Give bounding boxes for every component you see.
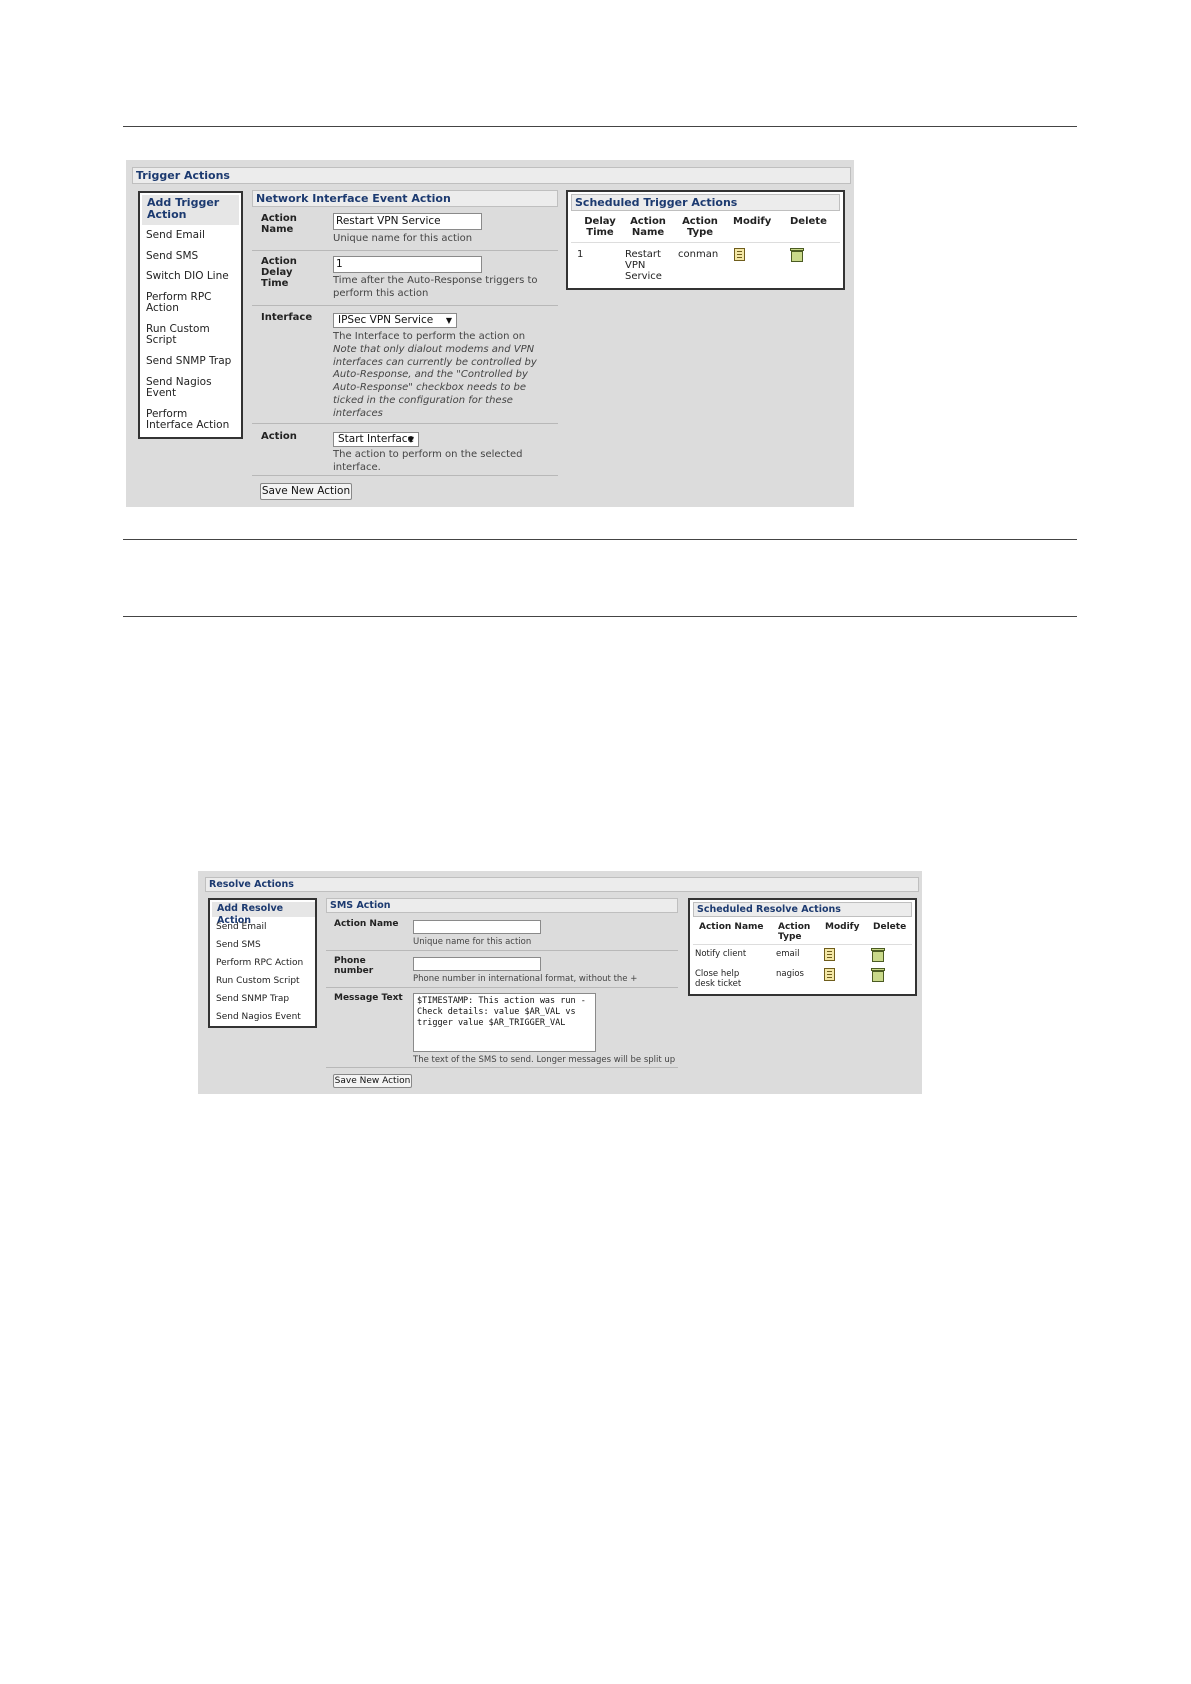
add-trigger-menu-header: Add Trigger Action bbox=[142, 195, 239, 225]
action-delay-label: Action Delay Time bbox=[261, 256, 297, 289]
page-rule-middle-2 bbox=[123, 616, 1077, 617]
action-name-input[interactable] bbox=[413, 920, 541, 934]
delete-icon[interactable] bbox=[871, 948, 885, 962]
message-text-area[interactable]: $TIMESTAMP: This action was run - Check … bbox=[413, 993, 596, 1052]
col-header-modify: Modify bbox=[825, 922, 860, 932]
modify-icon[interactable] bbox=[824, 948, 835, 961]
col-header-delay-time: Delay Time bbox=[584, 216, 616, 238]
form-divider-1 bbox=[326, 950, 678, 951]
col-header-action-type: Action Type bbox=[778, 922, 811, 942]
form-divider-3 bbox=[326, 1067, 678, 1068]
page-rule-top bbox=[123, 126, 1077, 127]
action-select-value: Start Interface bbox=[338, 433, 414, 445]
action-delay-input[interactable]: 1 bbox=[333, 256, 482, 273]
network-interface-form-title: Network Interface Event Action bbox=[252, 190, 558, 207]
action-name-label: Action Name bbox=[261, 213, 297, 235]
form-divider-2 bbox=[326, 987, 678, 988]
action-label: Action bbox=[261, 431, 297, 442]
row-1-action-type: conman bbox=[678, 249, 719, 260]
save-new-action-button[interactable]: Save New Action bbox=[333, 1074, 412, 1088]
menu-item-perform-rpc-action[interactable]: Perform RPC Action bbox=[216, 958, 303, 968]
phone-number-input[interactable] bbox=[413, 957, 541, 971]
menu-item-run-custom-script[interactable]: Run Custom Script bbox=[216, 976, 300, 986]
modify-icon[interactable] bbox=[734, 248, 745, 261]
form-divider-2 bbox=[252, 305, 558, 306]
trigger-actions-title: Trigger Actions bbox=[132, 167, 851, 184]
row-2-action-type: nagios bbox=[776, 969, 804, 979]
message-text-help: The text of the SMS to send. Longer mess… bbox=[413, 1055, 676, 1065]
menu-item-perform-interface-action[interactable]: Perform Interface Action bbox=[146, 409, 231, 431]
menu-item-send-snmp-trap[interactable]: Send SNMP Trap bbox=[216, 994, 289, 1004]
scheduled-resolve-actions-title: Scheduled Resolve Actions bbox=[693, 902, 912, 917]
action-name-help: Unique name for this action bbox=[333, 233, 473, 244]
menu-item-send-sms[interactable]: Send SMS bbox=[146, 251, 198, 262]
col-header-modify: Modify bbox=[733, 216, 772, 227]
menu-item-send-email[interactable]: Send Email bbox=[146, 230, 205, 241]
message-text-label: Message Text bbox=[334, 993, 403, 1003]
resolve-actions-panel: Resolve Actions Add Resolve Action Send … bbox=[198, 871, 922, 1094]
delete-icon[interactable] bbox=[790, 248, 804, 262]
chevron-down-icon: ▼ bbox=[407, 435, 414, 444]
delete-icon[interactable] bbox=[871, 968, 885, 982]
add-trigger-menu: Add Trigger Action Send Email Send SMS S… bbox=[138, 191, 243, 439]
add-resolve-menu-header: Add Resolve Action bbox=[212, 902, 315, 926]
scheduled-trigger-actions-box: Scheduled Trigger Actions Delay Time Act… bbox=[566, 190, 845, 290]
sms-action-form-title: SMS Action bbox=[326, 898, 678, 913]
action-name-input[interactable]: Restart VPN Service bbox=[333, 213, 482, 230]
phone-number-help: Phone number in international format, wi… bbox=[413, 974, 638, 984]
row-1-delay: 1 bbox=[577, 249, 584, 260]
menu-item-switch-dio-line[interactable]: Switch DIO Line bbox=[146, 271, 229, 282]
scheduled-trigger-actions-title: Scheduled Trigger Actions bbox=[571, 194, 840, 211]
menu-item-send-sms[interactable]: Send SMS bbox=[216, 940, 261, 950]
page-rule-middle-1 bbox=[123, 539, 1077, 540]
col-header-action-name: Action Name bbox=[699, 922, 764, 932]
row-1-action-name: Restart VPN Service bbox=[625, 249, 662, 282]
resolve-actions-title: Resolve Actions bbox=[205, 877, 919, 892]
row-1-action-name: Notify client bbox=[695, 949, 747, 959]
row-1-action-type: email bbox=[776, 949, 800, 959]
interface-select-value: IPSec VPN Service bbox=[338, 314, 434, 326]
action-name-help: Unique name for this action bbox=[413, 937, 532, 947]
chevron-down-icon: ▼ bbox=[445, 316, 452, 325]
menu-item-send-nagios-event[interactable]: Send Nagios Event bbox=[216, 1012, 301, 1022]
save-new-action-button[interactable]: Save New Action bbox=[260, 483, 352, 500]
phone-number-label: Phone number bbox=[334, 956, 374, 976]
form-divider-3 bbox=[252, 423, 558, 424]
col-header-action-type: Action Type bbox=[682, 216, 718, 238]
interface-select[interactable]: IPSec VPN Service ▼ bbox=[333, 313, 457, 328]
interface-note: Note that only dialout modems and VPN in… bbox=[333, 344, 537, 419]
form-divider-1 bbox=[252, 250, 558, 251]
trigger-actions-panel: Trigger Actions Add Trigger Action Send … bbox=[126, 160, 854, 507]
menu-item-perform-rpc-action[interactable]: Perform RPC Action bbox=[146, 292, 226, 314]
menu-item-send-email[interactable]: Send Email bbox=[216, 922, 267, 932]
action-select[interactable]: Start Interface ▼ bbox=[333, 432, 419, 447]
col-header-action-name: Action Name bbox=[630, 216, 666, 238]
table-header-divider bbox=[571, 242, 840, 243]
col-header-delete: Delete bbox=[790, 216, 827, 227]
action-help: The action to perform on the selected in… bbox=[333, 449, 523, 473]
table-header-divider bbox=[693, 944, 912, 945]
menu-item-send-snmp-trap[interactable]: Send SNMP Trap bbox=[146, 356, 231, 367]
menu-item-run-custom-script[interactable]: Run Custom Script bbox=[146, 324, 226, 346]
col-header-delete: Delete bbox=[873, 922, 907, 932]
add-resolve-menu: Add Resolve Action Send Email Send SMS P… bbox=[208, 898, 317, 1028]
menu-item-send-nagios-event[interactable]: Send Nagios Event bbox=[146, 377, 226, 399]
row-2-action-name: Close help desk ticket bbox=[695, 969, 742, 989]
action-name-label: Action Name bbox=[334, 919, 399, 929]
modify-icon[interactable] bbox=[824, 968, 835, 981]
interface-help: The Interface to perform the action on bbox=[333, 331, 526, 342]
scheduled-resolve-actions-box: Scheduled Resolve Actions Action Name Ac… bbox=[688, 898, 917, 996]
interface-label: Interface bbox=[261, 312, 313, 323]
form-divider-4 bbox=[252, 475, 558, 476]
action-delay-help: Time after the Auto-Response triggers to… bbox=[333, 275, 538, 299]
